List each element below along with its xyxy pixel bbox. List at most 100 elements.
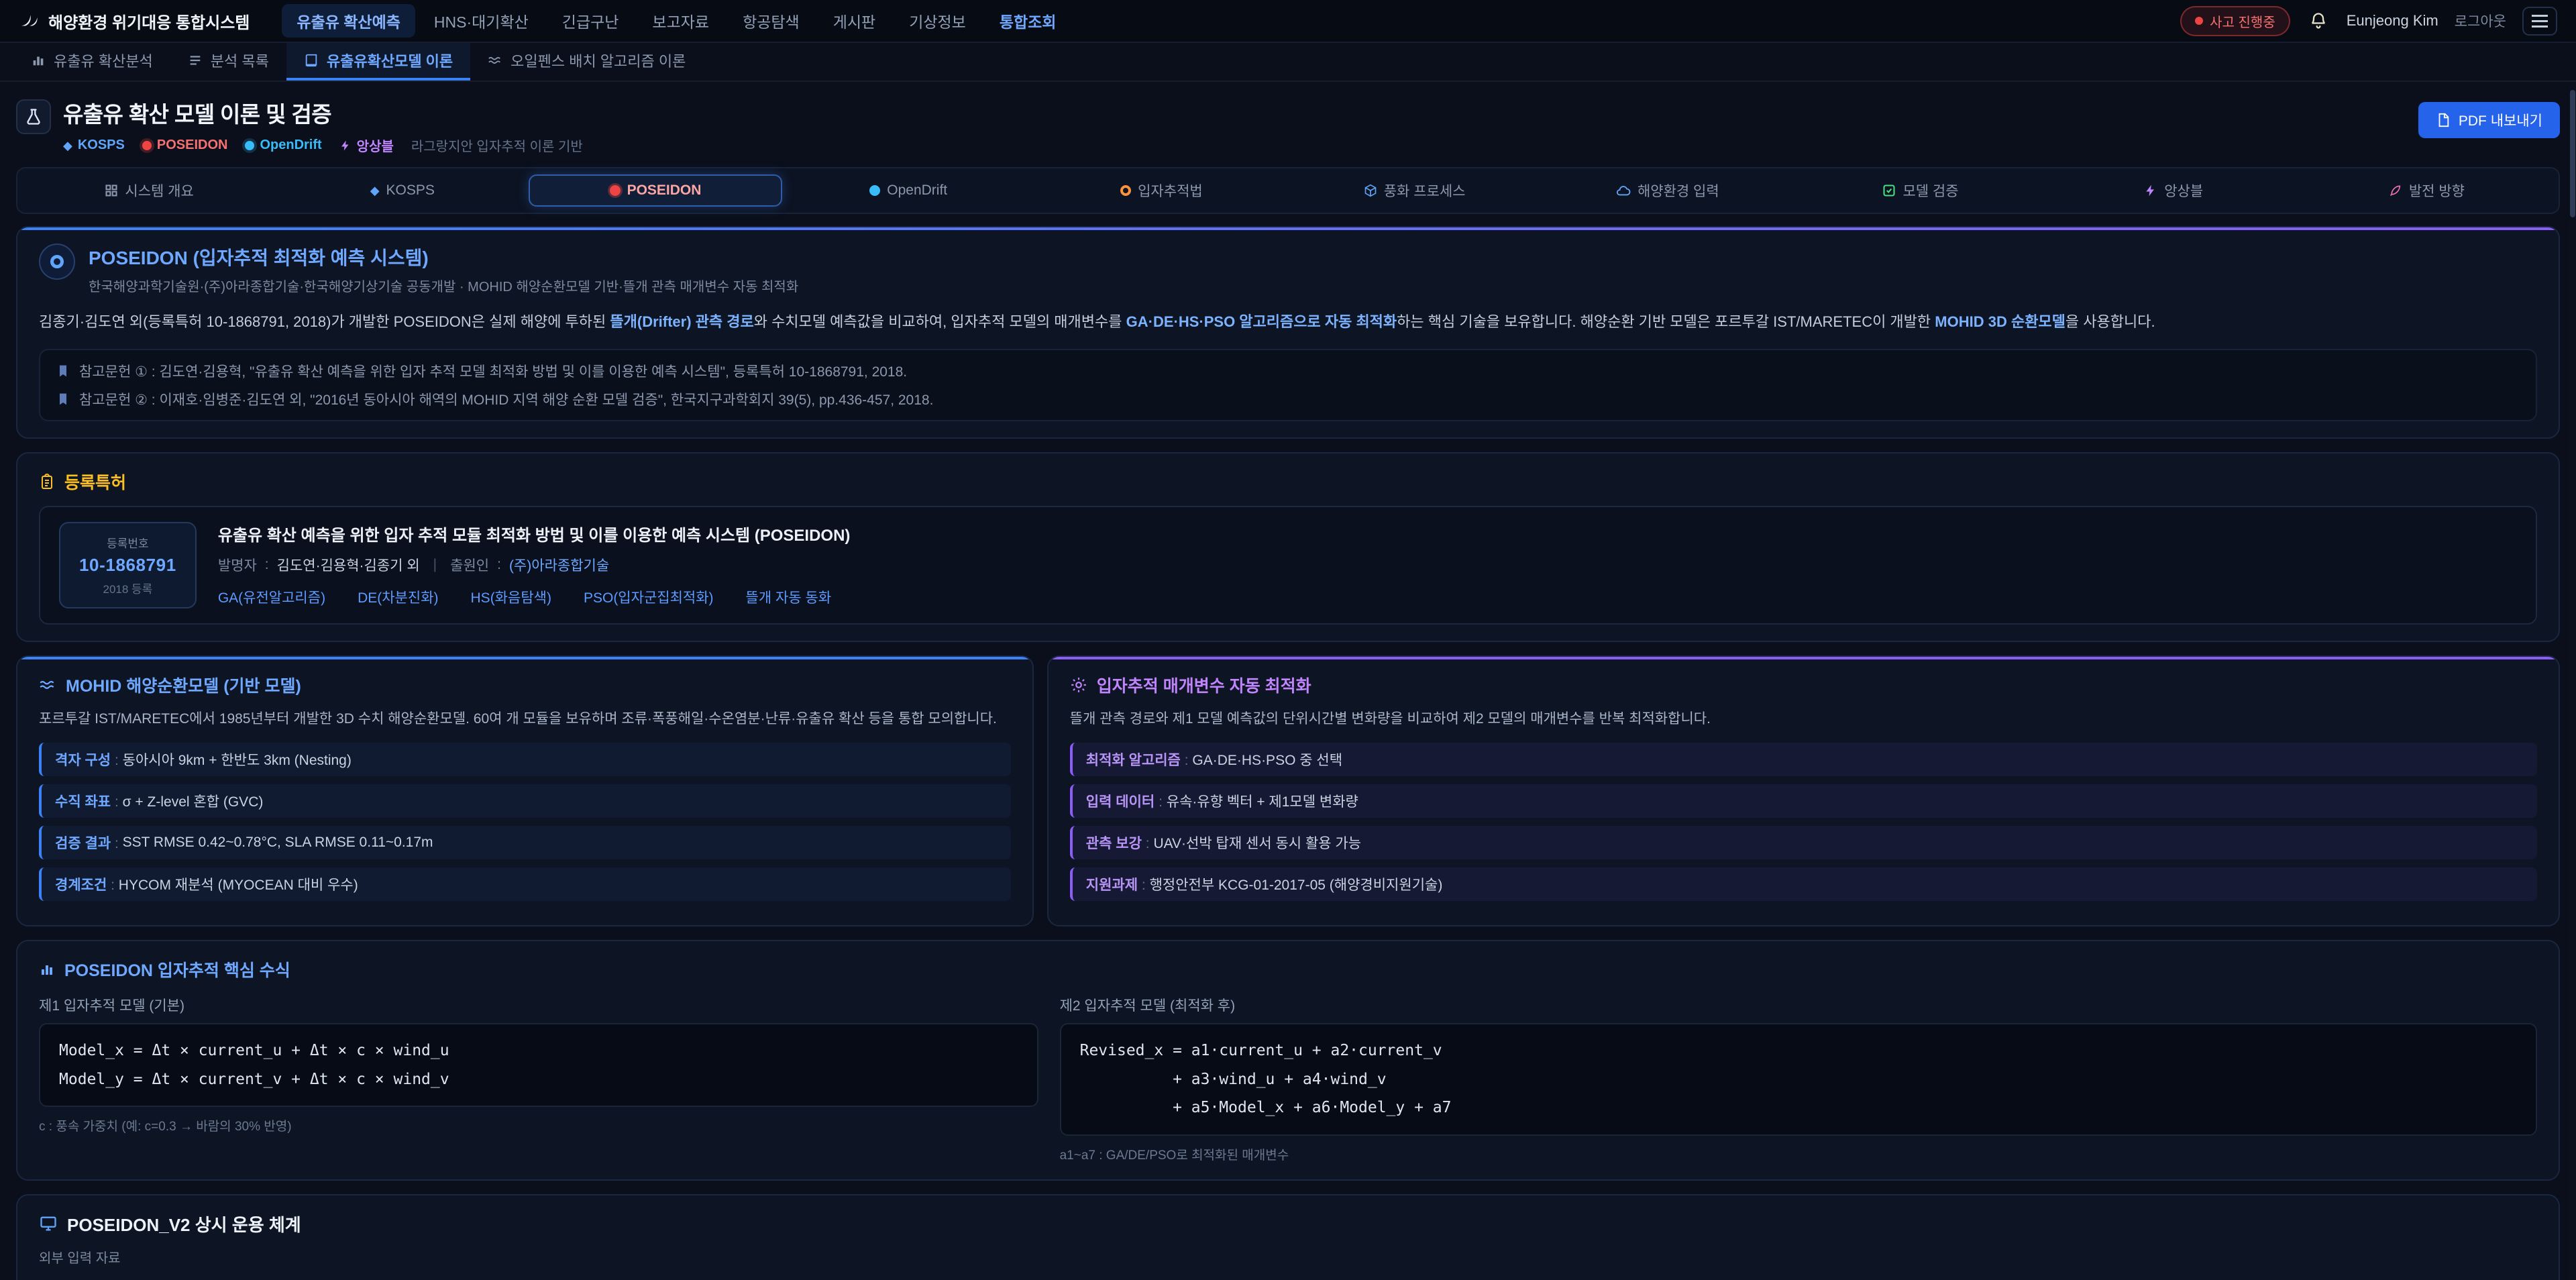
pill-weathering[interactable]: 풍화 프로세스 xyxy=(1288,172,1541,209)
page-header: 유출유 확산 모델 이론 및 검증 ◆KOSPS POSEIDON OpenDr… xyxy=(0,82,2576,163)
bell-icon[interactable] xyxy=(2306,9,2330,33)
blue-dot-icon xyxy=(245,141,254,150)
mohid-description: 포르투갈 IST/MARETEC에서 1985년부터 개발한 3D 수치 해양순… xyxy=(39,708,1011,731)
nav-spill-forecast[interactable]: 유출유 확산예측 xyxy=(282,4,415,38)
tab-label: 유출유 확산분석 xyxy=(54,50,153,71)
nav-hns-air[interactable]: HNS·대기확산 xyxy=(419,4,543,38)
pill-system-overview[interactable]: 시스템 개요 xyxy=(23,172,276,209)
section-nav: 시스템 개요 ◆ KOSPS POSEIDON OpenDrift 입자추적법 … xyxy=(16,167,2560,214)
page-tags: ◆KOSPS POSEIDON OpenDrift 앙상블 라그랑지안 입자추적… xyxy=(63,136,583,155)
red-dot-icon xyxy=(142,141,152,150)
poseidon-title: POSEIDON (입자추적 최적화 예측 시스템) xyxy=(89,244,798,270)
clipboard-icon xyxy=(39,474,55,490)
nav-reports[interactable]: 보고자료 xyxy=(637,4,724,38)
registration-year: 2018 등록 xyxy=(79,580,176,596)
bolt-icon xyxy=(339,140,352,152)
optimization-card: 입자추적 매개변수 자동 최적화 뜰개 관측 경로와 제1 모델 예측값의 단위… xyxy=(1047,655,2560,927)
tag-de[interactable]: DE(차분진화) xyxy=(358,587,438,607)
brand-title: 해양환경 위기대응 통합시스템 xyxy=(48,9,250,33)
spec-row: 수직 좌표σ + Z-level 혼합 (GVC) xyxy=(39,784,1011,818)
tag-hs[interactable]: HS(화음탐색) xyxy=(471,587,551,607)
patent-registration-number-box: 등록번호 10-1868791 2018 등록 xyxy=(59,522,197,608)
tab-oilfence-theory[interactable]: 오일펜스 배치 알고리즘 이론 xyxy=(470,43,703,81)
scrollbar-thumb[interactable] xyxy=(2570,90,2575,217)
optimization-title: 입자추적 매개변수 자동 최적화 xyxy=(1070,673,2537,697)
optimization-description: 뜰개 관측 경로와 제1 모델 예측값의 단위시간별 변화량을 비교하여 제2 … xyxy=(1070,708,2537,731)
check-square-icon xyxy=(1882,184,1896,197)
nav-weather[interactable]: 기상정보 xyxy=(894,4,981,38)
patent-card: 등록특허 등록번호 10-1868791 2018 등록 유출유 확산 예측을 … xyxy=(16,452,2560,642)
patent-box: 등록번호 10-1868791 2018 등록 유출유 확산 예측을 위한 입자… xyxy=(39,506,2537,625)
pill-ocean-input[interactable]: 해양환경 입력 xyxy=(1541,172,1794,209)
nav-integrated-search[interactable]: 통합조회 xyxy=(985,4,1071,38)
patent-details: 유출유 확산 예측을 위한 입자 추적 모듈 최적화 방법 및 이를 이용한 예… xyxy=(218,522,851,608)
chart-icon xyxy=(39,961,55,977)
spec-row: 입력 데이터유속·유향 벡터 + 제1모델 변화량 xyxy=(1070,784,2537,818)
bookmark-icon xyxy=(56,364,70,378)
mohid-card: MOHID 해양순환모델 (기반 모델) 포르투갈 IST/MARETEC에서 … xyxy=(16,655,1034,927)
grid-icon xyxy=(105,184,118,197)
main-nav: 유출유 확산예측 HNS·대기확산 긴급구난 보고자료 항공탐색 게시판 기상정… xyxy=(282,4,2161,38)
page-title-block: 유출유 확산 모델 이론 및 검증 ◆KOSPS POSEIDON OpenDr… xyxy=(63,97,583,155)
wing-logo-icon xyxy=(19,11,39,31)
logout-link[interactable]: 로그아웃 xyxy=(2455,11,2506,31)
pdf-export-button[interactable]: PDF 내보내기 xyxy=(2418,102,2560,138)
reference-2: 참고문헌 ② : 이재호·임병준·김도연 외, "2016년 동아시아 해역의 … xyxy=(56,389,2520,409)
pill-poseidon[interactable]: POSEIDON xyxy=(529,174,782,207)
tag-drifter-assimilation[interactable]: 뜰개 자동 동화 xyxy=(746,587,832,607)
pill-ensemble[interactable]: 앙상블 xyxy=(2047,172,2300,209)
highlight-algorithms: GA·DE·HS·PSO 알고리즘으로 자동 최적화 xyxy=(1126,313,1397,330)
pill-particle-tracking[interactable]: 입자추적법 xyxy=(1035,172,1288,209)
mohid-title: MOHID 해양순환모델 (기반 모델) xyxy=(39,673,1011,697)
sub-tabbar: 유출유 확산분석 분석 목록 유출유확산모델 이론 오일펜스 배치 알고리즘 이… xyxy=(0,43,2576,82)
blue-dot-icon xyxy=(869,185,880,196)
formula-grid: 제1 입자추적 모델 (기본) Model_x = Δt × current_u… xyxy=(39,995,2537,1163)
target-icon xyxy=(1120,185,1131,196)
document-icon xyxy=(2436,113,2451,127)
tab-label: 오일펜스 배치 알고리즘 이론 xyxy=(511,50,686,71)
v2-title: POSEIDON_V2 상시 운용 체계 xyxy=(39,1212,2537,1236)
tag-poseidon: POSEIDON xyxy=(142,138,228,153)
incident-status-badge[interactable]: 사고 진행중 xyxy=(2180,6,2290,36)
diamond-icon: ◆ xyxy=(370,184,380,197)
tag-pso[interactable]: PSO(입자군집최적화) xyxy=(584,587,714,607)
model2-code: Revised_x = a1·current_u + a2·current_v … xyxy=(1060,1023,2537,1136)
wave-icon xyxy=(488,53,502,68)
patent-tags: GA(유전알고리즘) DE(차분진화) HS(화음탐색) PSO(입자군집최적화… xyxy=(218,587,851,607)
bookmark-icon xyxy=(56,392,70,406)
patent-section-title: 등록특허 xyxy=(39,470,2537,494)
tab-model-theory[interactable]: 유출유확산모델 이론 xyxy=(286,43,470,81)
poseidon-intro-card: POSEIDON (입자추적 최적화 예측 시스템) 한국해양과학기술원·(주)… xyxy=(16,226,2560,439)
nav-aerial-search[interactable]: 항공탐색 xyxy=(728,4,814,38)
pill-roadmap[interactable]: 발전 방향 xyxy=(2300,172,2553,209)
formulas-card: POSEIDON 입자추적 핵심 수식 제1 입자추적 모델 (기본) Mode… xyxy=(16,940,2560,1181)
incident-dot-icon xyxy=(2195,17,2203,25)
tab-spill-analysis[interactable]: 유출유 확산분석 xyxy=(13,43,170,81)
cube-icon xyxy=(1364,184,1377,197)
pill-validation[interactable]: 모델 검증 xyxy=(1794,172,2047,209)
incident-label: 사고 진행중 xyxy=(2210,11,2275,31)
nav-rescue[interactable]: 긴급구난 xyxy=(547,4,634,38)
tag-ga[interactable]: GA(유전알고리즘) xyxy=(218,587,325,607)
cloud-icon xyxy=(1616,183,1631,198)
tab-analysis-list[interactable]: 분석 목록 xyxy=(170,43,286,81)
app: { "header": { "brand": "해양환경 위기대응 통합시스템"… xyxy=(0,0,2576,1280)
highlight-mohid: MOHID 3D 순환모델 xyxy=(1935,313,2065,330)
model1-note: c : 풍속 가중치 (예: c=0.3 → 바람의 30% 반영) xyxy=(39,1116,1038,1134)
references-box: 참고문헌 ① : 김도연·김용혁, "유출유 확산 예측을 위한 입자 추적 모… xyxy=(39,349,2537,421)
model1-block: 제1 입자추적 모델 (기본) Model_x = Δt × current_u… xyxy=(39,995,1038,1163)
nav-board[interactable]: 게시판 xyxy=(818,4,890,38)
menu-icon[interactable] xyxy=(2522,7,2557,36)
reference-1: 참고문헌 ① : 김도연·김용혁, "유출유 확산 예측을 위한 입자 추적 모… xyxy=(56,361,2520,381)
topbar-right: 사고 진행중 Eunjeong Kim 로그아웃 xyxy=(2180,6,2557,36)
chart-icon xyxy=(31,53,46,68)
brand[interactable]: 해양환경 위기대응 통합시스템 xyxy=(19,9,250,33)
top-header: 해양환경 위기대응 통합시스템 유출유 확산예측 HNS·대기확산 긴급구난 보… xyxy=(0,0,2576,43)
user-name[interactable]: Eunjeong Kim xyxy=(2347,12,2438,30)
pill-kosps[interactable]: ◆ KOSPS xyxy=(276,174,529,207)
pill-opendrift[interactable]: OpenDrift xyxy=(782,174,1035,207)
tab-label: 유출유확산모델 이론 xyxy=(327,50,453,71)
highlight-drifter: 뜰개(Drifter) 관측 경로 xyxy=(610,313,753,330)
main-content: POSEIDON (입자추적 최적화 예측 시스템) 한국해양과학기술원·(주)… xyxy=(0,226,2576,1280)
patent-inventors: 김도연·김용혁·김종기 외 xyxy=(277,555,420,575)
